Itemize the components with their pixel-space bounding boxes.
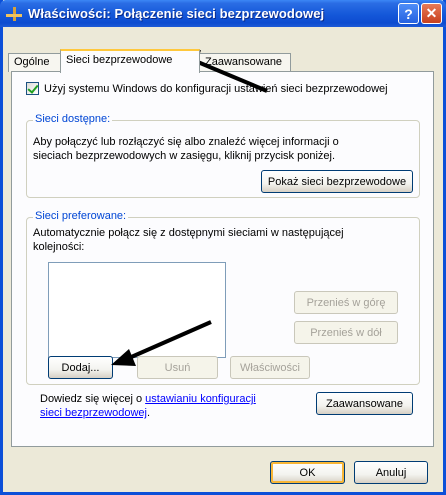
preferred-networks-desc-line1: Automatycznie połącz się z dostępnymi si… <box>33 227 344 239</box>
preferred-networks-desc-line2: kolejności: <box>33 241 85 253</box>
tab-panel: Użyj systemu Windows do konfiguracji ust… <box>11 71 434 447</box>
tab-general[interactable]: Ogólne <box>8 53 62 72</box>
show-wireless-networks-button[interactable]: Pokaż sieci bezprzewodowe <box>261 170 413 193</box>
available-networks-desc-line2: sieciach bezprzewodowych w zasięgu, klik… <box>33 150 336 162</box>
title-bar[interactable]: Właściwości: Połączenie sieci bezprzewod… <box>0 0 446 27</box>
ok-button[interactable]: OK <box>270 461 345 484</box>
window-title: Właściwości: Połączenie sieci bezprzewod… <box>28 6 325 21</box>
properties-window: Właściwości: Połączenie sieci bezprzewod… <box>0 0 446 495</box>
cancel-button[interactable]: Anuluj <box>354 461 428 484</box>
available-networks-desc-line1: Aby połączyć lub rozłączyć się albo znal… <box>33 136 339 148</box>
add-pointer-arrow-icon <box>111 320 212 366</box>
learn-more-prefix: Dowiedz się więcej o <box>40 393 146 405</box>
move-down-button[interactable]: Przenieś w dół <box>294 321 398 344</box>
close-button[interactable]: ✕ <box>421 3 442 24</box>
move-up-button[interactable]: Przenieś w górę <box>294 291 398 314</box>
learn-more-suffix: . <box>147 407 151 419</box>
learn-more-link-line1[interactable]: ustawianiu konfiguracji <box>145 393 256 405</box>
learn-more-link-line2[interactable]: sieci bezprzewodowej <box>40 407 147 419</box>
advanced-button[interactable]: Zaawansowane <box>316 392 413 415</box>
properties-button[interactable]: Właściwości <box>230 356 310 379</box>
preferred-networks-title: Sieci preferowane: <box>33 210 129 222</box>
tab-wireless-networks[interactable]: Sieci bezprzewodowe <box>60 49 200 73</box>
learn-more-text: Dowiedz się więcej o ustawianiu konfigur… <box>40 392 256 420</box>
help-button[interactable]: ? <box>398 3 419 24</box>
available-networks-group: Sieci dostępne: Aby połączyć lub rozłącz… <box>26 113 420 198</box>
network-connection-icon <box>5 5 23 23</box>
use-windows-config-checkbox[interactable] <box>26 82 39 95</box>
available-networks-title: Sieci dostępne: <box>33 113 113 125</box>
